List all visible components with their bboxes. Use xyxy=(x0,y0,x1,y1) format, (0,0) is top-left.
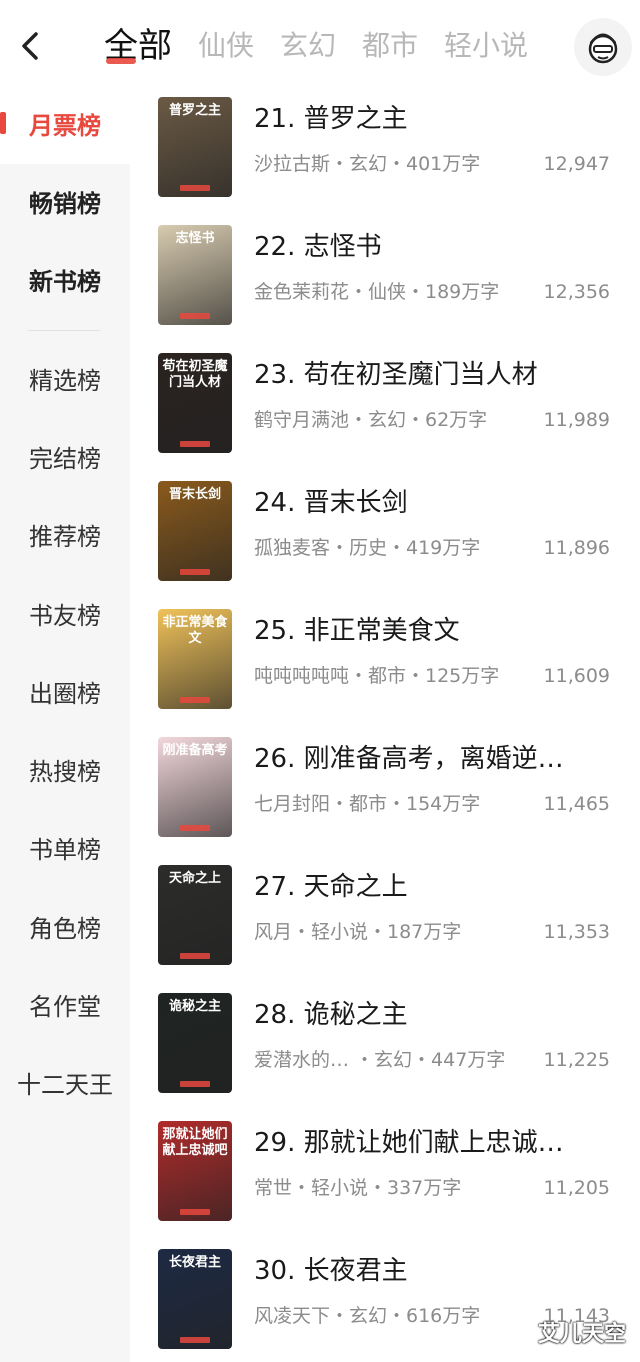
sidebar-item-completed[interactable]: 完结榜 xyxy=(0,439,130,479)
book-title[interactable]: 29. 那就让她们献上忠诚… xyxy=(254,1126,564,1160)
book-title[interactable]: 30. 长夜君主 xyxy=(254,1254,408,1288)
book-cover-image[interactable]: 天命之上 xyxy=(158,865,232,965)
book-cover-image[interactable]: 刚准备高考 xyxy=(158,737,232,837)
book-list-item[interactable]: 刚准备高考 26. 刚准备高考，离婚逆… 七月封阳・都市・154万字 11,465 xyxy=(130,732,640,860)
book-meta: 孤独麦客・历史・419万字 xyxy=(254,537,481,559)
active-indicator xyxy=(0,112,6,134)
book-cover-image[interactable]: 长夜君主 xyxy=(158,1249,232,1349)
monthly-ticket-count: 12,947 xyxy=(543,153,610,175)
book-meta: 沙拉古斯・玄幻・401万字 xyxy=(254,153,481,175)
monthly-ticket-count: 11,465 xyxy=(543,793,610,815)
sidebar-item-label: 月票榜 xyxy=(29,112,101,140)
book-meta: 七月封阳・都市・154万字 xyxy=(254,793,481,815)
book-cover-title: 普罗之主 xyxy=(168,103,221,118)
book-meta: 风月・轻小说・187万字 xyxy=(254,921,462,943)
book-list-item[interactable]: 诡秘之主 28. 诡秘之主爱潜水的… ・玄幻・447万字 11,225 xyxy=(130,988,640,1116)
sidebar-item-monthly-ticket[interactable]: 月票榜 xyxy=(0,92,130,164)
book-title[interactable]: 26. 刚准备高考，离婚逆… xyxy=(254,742,564,776)
sidebar-item-characters[interactable]: 角色榜 xyxy=(0,909,130,949)
publisher-logo-icon xyxy=(180,953,210,959)
monthly-ticket-count: 12,356 xyxy=(543,281,610,303)
book-cover-image[interactable]: 晋末长剑 xyxy=(158,481,232,581)
sidebar-item-bestseller[interactable]: 畅销榜 xyxy=(0,184,130,224)
publisher-logo-icon xyxy=(180,1337,210,1343)
sidebar-item-recommended[interactable]: 推荐榜 xyxy=(0,517,130,557)
publisher-logo-icon xyxy=(180,1209,210,1215)
sidebar-item-twelve-kings[interactable]: 十二天王 xyxy=(0,1065,130,1105)
book-list-item[interactable]: 那就让她们献上忠诚吧 29. 那就让她们献上忠诚… 常世・轻小说・337万字 11,2… xyxy=(130,1116,640,1244)
book-cover-title: 天命之上 xyxy=(168,871,221,886)
watermark: 艾儿天空 xyxy=(537,1322,626,1347)
book-title[interactable]: 25. 非正常美食文 xyxy=(254,614,460,648)
book-list-item[interactable]: 志怪书 22. 志怪书金色茉莉花・仙侠・189万字 12,356 xyxy=(130,220,640,348)
publisher-logo-icon xyxy=(180,441,210,447)
book-cover-title: 非正常美食文 xyxy=(162,615,228,646)
sidebar-item-breakout[interactable]: 出圈榜 xyxy=(0,674,130,714)
sidebar-item-readers[interactable]: 书友榜 xyxy=(0,596,130,636)
ranking-sidebar: 月票榜 畅销榜 新书榜 精选榜 完结榜 推荐榜 书友榜 出圈榜 热搜榜 书单榜 … xyxy=(0,92,130,1362)
book-cover-title: 刚准备高考 xyxy=(162,743,228,758)
sidebar-item-selected[interactable]: 精选榜 xyxy=(0,361,130,401)
book-title[interactable]: 23. 苟在初圣魔门当人材 xyxy=(254,358,538,392)
book-title[interactable]: 22. 志怪书 xyxy=(254,230,382,264)
book-cover-title: 晋末长剑 xyxy=(168,487,221,502)
tab-light-novel[interactable]: 轻小说 xyxy=(444,18,528,74)
publisher-logo-icon xyxy=(180,185,210,191)
category-tabs: 全部 仙侠 玄幻 都市 轻小说 xyxy=(104,18,564,74)
book-list-item[interactable]: 天命之上 27. 天命之上风月・轻小说・187万字 11,353 xyxy=(130,860,640,988)
book-meta: 风凌天下・玄幻・616万字 xyxy=(254,1305,481,1327)
tab-xianxia[interactable]: 仙侠 xyxy=(198,18,254,74)
sidebar-item-hot-search[interactable]: 热搜榜 xyxy=(0,752,130,792)
book-cover-image[interactable]: 非正常美食文 xyxy=(158,609,232,709)
book-meta: 金色茉莉花・仙侠・189万字 xyxy=(254,281,500,303)
top-bar: 全部 仙侠 玄幻 都市 轻小说 xyxy=(0,0,640,92)
book-meta: 爱潜水的… ・玄幻・447万字 xyxy=(254,1049,506,1071)
user-avatar-icon[interactable] xyxy=(574,18,632,76)
publisher-logo-icon xyxy=(180,1081,210,1087)
book-cover-title: 苟在初圣魔门当人材 xyxy=(162,359,228,390)
monthly-ticket-count: 11,896 xyxy=(543,537,610,559)
book-title[interactable]: 27. 天命之上 xyxy=(254,870,408,904)
tab-xuanhuan[interactable]: 玄幻 xyxy=(280,18,336,74)
book-cover-title: 志怪书 xyxy=(175,231,215,246)
monthly-ticket-count: 11,609 xyxy=(543,665,610,687)
monthly-ticket-count: 11,353 xyxy=(543,921,610,943)
book-list-item[interactable]: 普罗之主 21. 普罗之主沙拉古斯・玄幻・401万字 12,947 xyxy=(130,92,640,220)
sidebar-divider xyxy=(28,330,100,331)
back-icon[interactable] xyxy=(14,26,48,66)
publisher-logo-icon xyxy=(180,313,210,319)
book-title[interactable]: 28. 诡秘之主 xyxy=(254,998,408,1032)
book-cover-image[interactable]: 志怪书 xyxy=(158,225,232,325)
publisher-logo-icon xyxy=(180,569,210,575)
book-list-item[interactable]: 苟在初圣魔门当人材 23. 苟在初圣魔门当人材鹤守月满池・玄幻・62万字 11,98… xyxy=(130,348,640,476)
book-cover-title: 那就让她们献上忠诚吧 xyxy=(162,1127,228,1158)
sidebar-item-booklist[interactable]: 书单榜 xyxy=(0,830,130,870)
book-cover-image[interactable]: 那就让她们献上忠诚吧 xyxy=(158,1121,232,1221)
book-cover-image[interactable]: 诡秘之主 xyxy=(158,993,232,1093)
monthly-ticket-count: 11,989 xyxy=(543,409,610,431)
book-cover-title: 长夜君主 xyxy=(168,1255,221,1270)
tab-dushi[interactable]: 都市 xyxy=(362,18,418,74)
tab-all[interactable]: 全部 xyxy=(104,18,172,74)
book-title[interactable]: 24. 晋末长剑 xyxy=(254,486,408,520)
book-cover-image[interactable]: 苟在初圣魔门当人材 xyxy=(158,353,232,453)
book-meta: 鹤守月满池・玄幻・62万字 xyxy=(254,409,488,431)
book-cover-image[interactable]: 普罗之主 xyxy=(158,97,232,197)
book-list-item[interactable]: 非正常美食文 25. 非正常美食文吨吨吨吨吨・都市・125万字 11,609 xyxy=(130,604,640,732)
book-meta: 常世・轻小说・337万字 xyxy=(254,1177,462,1199)
book-meta: 吨吨吨吨吨・都市・125万字 xyxy=(254,665,500,687)
monthly-ticket-count: 11,225 xyxy=(543,1049,610,1071)
book-cover-title: 诡秘之主 xyxy=(168,999,221,1014)
publisher-logo-icon xyxy=(180,825,210,831)
sidebar-item-hall-of-fame[interactable]: 名作堂 xyxy=(0,987,130,1027)
publisher-logo-icon xyxy=(180,697,210,703)
monthly-ticket-count: 11,205 xyxy=(543,1177,610,1199)
book-title[interactable]: 21. 普罗之主 xyxy=(254,102,408,136)
book-list-item[interactable]: 晋末长剑 24. 晋末长剑孤独麦客・历史・419万字 11,896 xyxy=(130,476,640,604)
sidebar-item-new-books[interactable]: 新书榜 xyxy=(0,262,130,302)
